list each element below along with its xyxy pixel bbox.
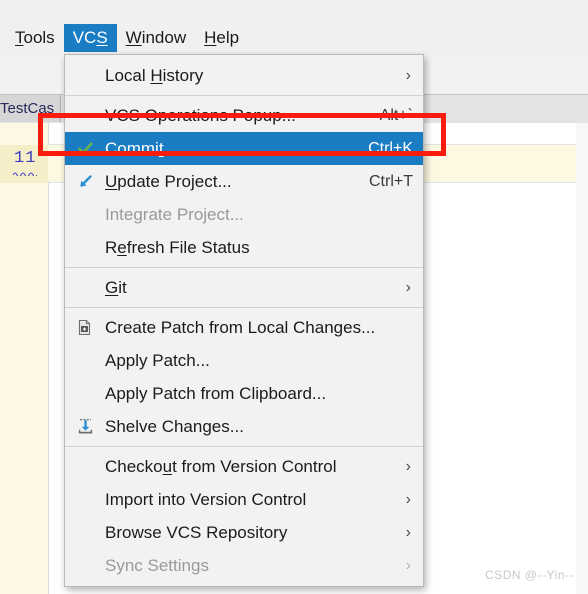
menu-item-label: Integrate Project... <box>105 205 244 224</box>
menu-item-browse-vcs-repository[interactable]: Browse VCS Repository › <box>65 516 423 549</box>
menu-item-sync-settings: Sync Settings › <box>65 549 423 582</box>
menu-bar: Tools VCS Window Help <box>0 22 588 54</box>
menubar-item-label: Window <box>125 28 187 47</box>
menubar-item-label: Help <box>204 28 240 47</box>
create-patch-icon <box>75 318 95 338</box>
menu-item-shortcut: Ctrl+K <box>368 139 413 157</box>
chevron-right-icon: › <box>405 278 411 296</box>
menu-item-shortcut: Alt+` <box>379 106 413 124</box>
menu-item-label: Checkout from Version Control <box>105 457 337 476</box>
menu-item-shortcut: Ctrl+T <box>369 172 413 190</box>
menu-item-git[interactable]: Git › <box>65 271 423 304</box>
menu-item-label: Commit... <box>105 139 178 158</box>
menubar-item-label: VCS <box>72 28 108 47</box>
app-window: Tools VCS Window Help TestCas 11 Local Hist… <box>0 0 588 594</box>
menubar-item-window[interactable]: Window <box>117 24 195 52</box>
menu-item-label: Shelve Changes... <box>105 417 244 436</box>
menubar-item-label: Tools <box>15 28 55 47</box>
chevron-right-icon: › <box>405 523 411 541</box>
menu-item-import-into-version-control[interactable]: Import into Version Control › <box>65 483 423 516</box>
watermark-text: CSDN @--Yin-- <box>485 568 574 582</box>
menu-item-vcs-operations-popup[interactable]: VCS Operations Popup... Alt+` <box>65 99 423 132</box>
menu-item-create-patch-from-local-changes[interactable]: Create Patch from Local Changes... <box>65 311 423 344</box>
editor-tab[interactable]: TestCas <box>0 95 62 122</box>
editor-gutter <box>0 123 49 594</box>
menu-item-apply-patch-from-clipboard[interactable]: Apply Patch from Clipboard... <box>65 377 423 410</box>
menu-item-apply-patch[interactable]: Apply Patch... <box>65 344 423 377</box>
menu-item-label: Browse VCS Repository <box>105 523 288 542</box>
menu-item-label: Refresh File Status <box>105 238 250 257</box>
menu-item-refresh-file-status[interactable]: Refresh File Status <box>65 231 423 264</box>
chevron-right-icon: › <box>405 556 411 574</box>
menu-separator <box>65 95 423 96</box>
chevron-right-icon: › <box>405 66 411 84</box>
shelve-icon <box>75 417 95 437</box>
menu-separator <box>65 446 423 447</box>
error-squiggle-icon <box>13 172 37 176</box>
menubar-item-help[interactable]: Help <box>195 24 248 52</box>
menu-item-label: Git <box>105 278 127 297</box>
menu-separator <box>65 267 423 268</box>
editor-vertical-scrollbar[interactable] <box>576 123 588 594</box>
menu-item-label: Sync Settings <box>105 556 209 575</box>
vcs-dropdown-menu[interactable]: Local History › VCS Operations Popup... Alt… <box>64 54 424 587</box>
menu-item-checkout-from-version-control[interactable]: Checkout from Version Control › <box>65 450 423 483</box>
editor-line-number: 11 <box>14 149 37 168</box>
menubar-item-tools[interactable]: Tools <box>6 24 64 52</box>
menu-item-local-history[interactable]: Local History › <box>65 59 423 92</box>
menu-item-label: Create Patch from Local Changes... <box>105 318 376 337</box>
menu-item-label: Apply Patch from Clipboard... <box>105 384 327 403</box>
menu-item-label: Local History <box>105 66 204 85</box>
menu-item-label: VCS Operations Popup... <box>105 106 296 125</box>
menu-item-label: Update Project... <box>105 172 232 191</box>
check-icon <box>75 139 95 159</box>
editor-tab-label: TestCas <box>0 100 55 117</box>
ide-title-strip <box>0 0 588 22</box>
menu-item-label: Import into Version Control <box>105 490 307 509</box>
chevron-right-icon: › <box>405 490 411 508</box>
menu-item-integrate-project: Integrate Project... <box>65 198 423 231</box>
chevron-right-icon: › <box>405 457 411 475</box>
menu-item-commit[interactable]: Commit... Ctrl+K <box>65 132 423 165</box>
menubar-item-vcs[interactable]: VCS <box>63 24 117 52</box>
update-arrow-icon <box>75 172 95 192</box>
menu-item-update-project[interactable]: Update Project... Ctrl+T <box>65 165 423 198</box>
menu-separator <box>65 307 423 308</box>
menu-item-label: Apply Patch... <box>105 351 210 370</box>
menu-item-shelve-changes[interactable]: Shelve Changes... <box>65 410 423 443</box>
